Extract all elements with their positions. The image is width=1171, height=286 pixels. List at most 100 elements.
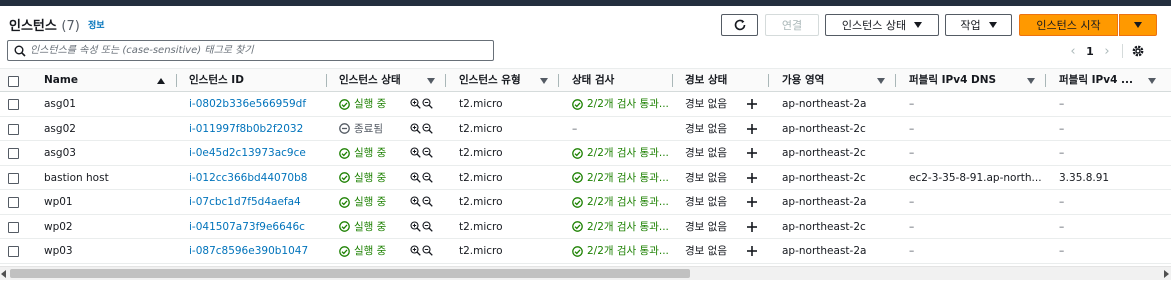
column-header-instance-id[interactable]: 인스턴스 ID (189, 69, 319, 92)
row-checkbox[interactable] (8, 221, 19, 233)
zoom-in-icon[interactable] (410, 98, 421, 109)
zoom-in-icon[interactable] (410, 245, 421, 256)
table-row[interactable]: asg02 i-011997f8b0b2f2032 종료됨 t2.micro –… (0, 117, 1171, 141)
table-row[interactable]: asg03 i-0e45d2c13973ac9ce 실행 중 t2.micro … (0, 141, 1171, 166)
column-header-public-ipv4-dns[interactable]: 퍼블릭 IPv4 DNS (909, 69, 1019, 92)
row-checkbox[interactable] (8, 197, 19, 208)
zoom-in-icon[interactable] (410, 122, 421, 134)
plus-icon[interactable] (746, 98, 758, 110)
check-circle-icon (339, 147, 350, 159)
sort-icon[interactable] (877, 78, 885, 84)
instance-id-link[interactable]: i-041507a73f9e6646c (189, 215, 321, 239)
plus-icon[interactable] (746, 221, 758, 233)
plus-icon[interactable] (746, 123, 758, 135)
table-row[interactable]: wp03 i-087c8596e390b1047 실행 중 t2.micro 2… (0, 239, 1171, 264)
sort-icon[interactable] (427, 78, 435, 84)
zoom-out-icon[interactable] (422, 122, 433, 134)
scroll-right-icon[interactable] (1164, 270, 1169, 278)
zoom-out-icon[interactable] (422, 147, 433, 158)
instance-state-button[interactable]: 인스턴스 상태 (825, 14, 939, 36)
row-checkbox[interactable] (8, 172, 19, 184)
scrollbar-thumb[interactable] (10, 269, 690, 278)
status-check[interactable]: 2/2개 검사 통과... (572, 239, 670, 263)
instance-state-text: 실행 중 (354, 98, 387, 110)
sort-icon[interactable] (1148, 78, 1156, 84)
instance-id-link[interactable]: i-0802b336e566959df (189, 92, 321, 116)
search-icon (14, 45, 26, 57)
column-divider (672, 74, 673, 87)
table-row[interactable]: wp02 i-041507a73f9e6646c 실행 중 t2.micro 2… (0, 215, 1171, 239)
availability-zone: ap-northeast-2c (782, 220, 866, 233)
horizontal-scrollbar[interactable] (0, 266, 1171, 280)
row-checkbox[interactable] (8, 123, 19, 135)
instance-name: wp02 (44, 220, 73, 233)
zoom-out-icon[interactable] (422, 171, 433, 183)
row-checkbox[interactable] (8, 99, 19, 110)
table-row[interactable]: bastion host i-012cc366bd44070b8 실행 중 t2… (0, 166, 1171, 190)
launch-instance-button[interactable]: 인스턴스 시작 (1019, 14, 1118, 36)
zoom-out-icon[interactable] (422, 196, 433, 207)
instance-name: asg03 (44, 147, 76, 159)
current-page[interactable]: 1 (1080, 45, 1100, 58)
column-header-name[interactable]: Name (44, 69, 144, 92)
sort-icon[interactable] (540, 78, 548, 84)
zoom-out-icon[interactable] (422, 245, 433, 256)
status-check[interactable]: 2/2개 검사 통과... (572, 141, 670, 165)
zoom-in-icon[interactable] (410, 147, 421, 158)
zoom-out-icon[interactable] (422, 220, 433, 232)
row-checkbox[interactable] (8, 246, 19, 257)
sort-ascending-icon[interactable] (157, 78, 165, 84)
column-header-availability-zone[interactable]: 가용 영역 (782, 69, 867, 92)
launch-options-dropdown[interactable] (1119, 14, 1157, 36)
plus-icon[interactable] (746, 245, 758, 257)
column-header-instance-type[interactable]: 인스턴스 유형 (459, 69, 534, 92)
instance-type: t2.micro (459, 245, 503, 257)
connect-button[interactable]: 연결 (765, 14, 819, 36)
zoom-in-icon[interactable] (410, 171, 421, 183)
scroll-left-icon[interactable] (1, 270, 6, 278)
zoom-in-icon[interactable] (410, 220, 421, 232)
status-check[interactable]: 2/2개 검사 통과... (572, 215, 670, 239)
page-title-text: 인스턴스 (9, 19, 57, 34)
status-check[interactable]: 2/2개 검사 통과... (572, 190, 670, 214)
refresh-button[interactable] (721, 14, 758, 36)
next-page-icon[interactable]: › (1100, 44, 1114, 59)
instance-id-link[interactable]: i-07cbc1d7f5d4aefa4 (189, 190, 321, 214)
instance-id-link[interactable]: i-087c8596e390b1047 (189, 239, 321, 263)
column-header-public-ipv4[interactable]: 퍼블릭 IPv4 ... (1059, 69, 1139, 92)
column-header-alarm-status[interactable]: 경보 상태 (685, 69, 765, 92)
check-circle-icon (339, 196, 350, 208)
check-circle-icon (572, 98, 583, 110)
info-link[interactable]: 정보 (88, 18, 105, 31)
instance-id-link[interactable]: i-0e45d2c13973ac9ce (189, 141, 321, 165)
previous-page-icon[interactable]: ‹ (1066, 44, 1080, 59)
status-check-text: 2/2개 검사 통과... (587, 98, 669, 110)
plus-icon[interactable] (746, 147, 758, 159)
gear-icon[interactable] (1131, 44, 1145, 58)
public-ipv4-dns: – (909, 196, 915, 208)
instance-id-link[interactable]: i-012cc366bd44070b8 (189, 166, 321, 190)
select-all-checkbox[interactable] (8, 76, 19, 87)
state-zoom-controls (410, 245, 433, 256)
column-divider (445, 74, 446, 87)
actions-button[interactable]: 작업 (945, 14, 1012, 36)
search-box[interactable] (7, 40, 494, 61)
column-header-instance-state[interactable]: 인스턴스 상태 (339, 69, 419, 92)
search-input[interactable] (30, 43, 485, 58)
zoom-in-icon[interactable] (410, 196, 421, 207)
status-check[interactable]: 2/2개 검사 통과... (572, 92, 670, 116)
row-checkbox[interactable] (8, 148, 19, 159)
refresh-icon (734, 19, 745, 31)
table-row[interactable]: wp01 i-07cbc1d7f5d4aefa4 실행 중 t2.micro 2… (0, 190, 1171, 215)
instance-id-link[interactable]: i-011997f8b0b2f2032 (189, 117, 321, 141)
column-divider (558, 74, 559, 87)
public-ipv4-dns: – (909, 245, 915, 257)
status-check[interactable]: 2/2개 검사 통과... (572, 166, 670, 190)
check-circle-icon (339, 221, 350, 232)
plus-icon[interactable] (746, 172, 758, 184)
column-header-status-check[interactable]: 상태 검사 (572, 69, 667, 92)
table-row[interactable]: asg01 i-0802b336e566959df 실행 중 t2.micro … (0, 92, 1171, 117)
plus-icon[interactable] (746, 196, 758, 208)
zoom-out-icon[interactable] (422, 98, 433, 109)
sort-icon[interactable] (1027, 78, 1035, 84)
